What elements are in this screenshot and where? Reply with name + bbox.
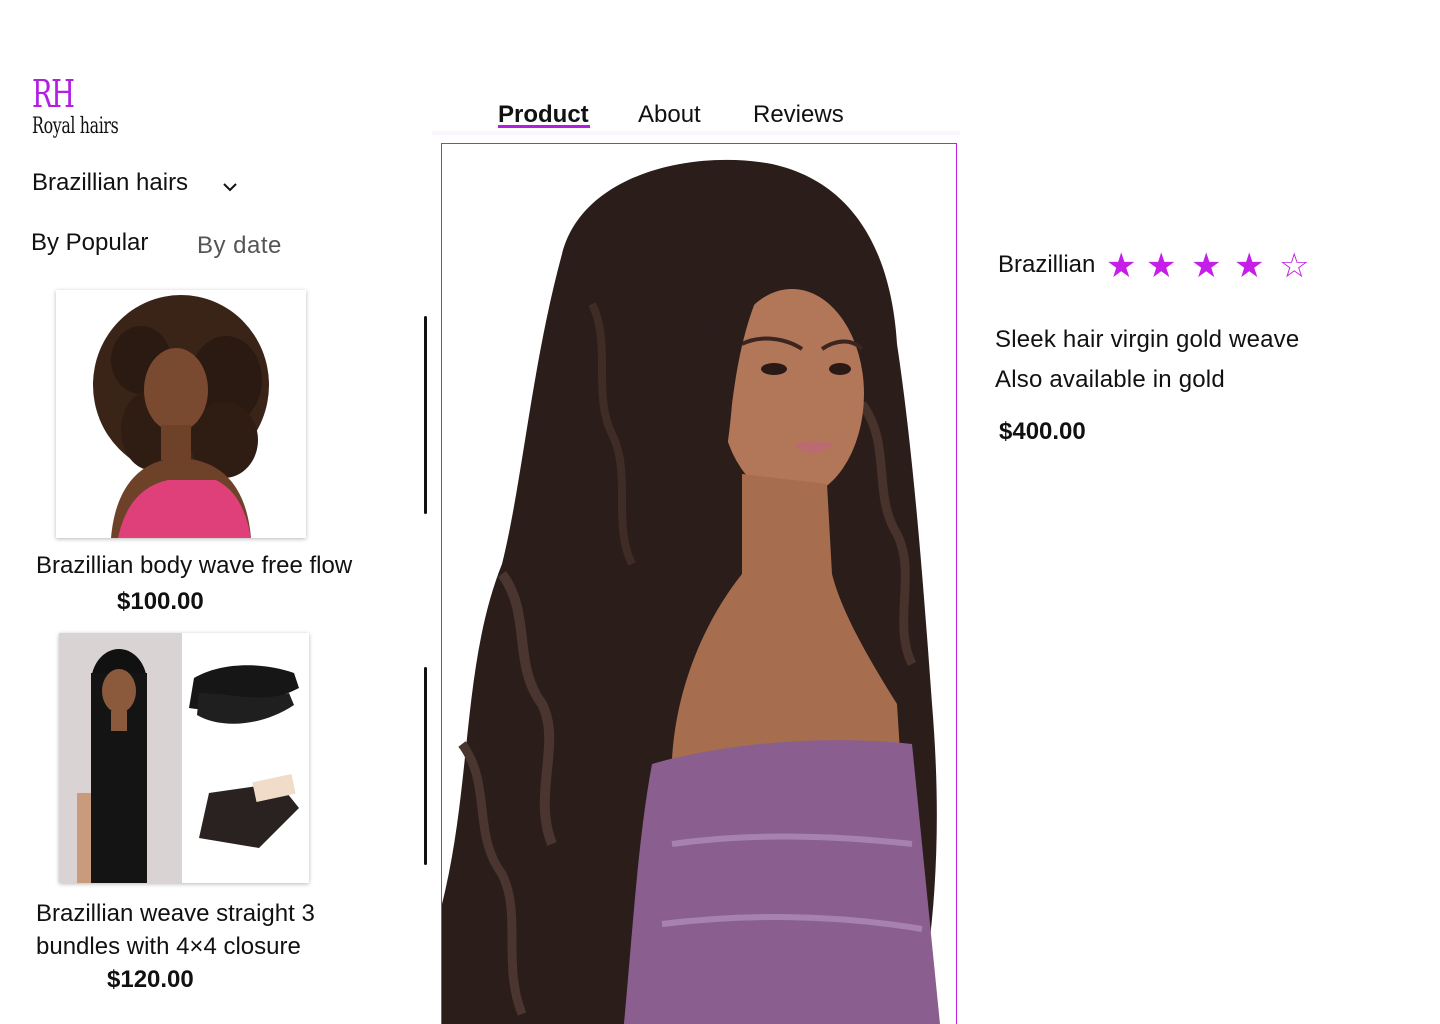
scrollbar-thumb[interactable] [424, 316, 427, 514]
star-empty-icon: ☆ [1279, 247, 1310, 285]
product-rating: ★ ★ ★ ★ ☆ [1106, 246, 1326, 286]
main-product-image-frame[interactable] [441, 143, 957, 1024]
product-description: Sleek hair virgin gold weave [995, 326, 1300, 353]
product-item-title-line2[interactable]: bundles with 4×4 closure [36, 930, 301, 963]
star-filled-icon: ★ [1146, 247, 1177, 285]
royal-hairs-logo[interactable]: RH Royal hairs [30, 74, 130, 150]
tab-reviews[interactable]: Reviews [753, 100, 844, 130]
scrollbar-thumb-lower[interactable] [424, 667, 427, 865]
product-thumbnail-curly[interactable] [56, 290, 306, 538]
sort-by-popular[interactable]: By Popular [31, 228, 148, 258]
logo-name: Royal hairs [32, 114, 119, 139]
curly-hair-model-image [56, 290, 306, 538]
nav-divider [432, 131, 960, 135]
logo-mark: RH [32, 72, 75, 116]
category-dropdown[interactable]: Brazillian hairs [32, 168, 238, 198]
product-item-title[interactable]: Brazillian weave straight 3 [36, 897, 315, 930]
product-price: $400.00 [999, 418, 1086, 445]
product-item-title[interactable]: Brazillian body wave free flow [36, 549, 352, 582]
product-brand: Brazillian [998, 251, 1096, 278]
star-filled-icon: ★ [1191, 247, 1222, 285]
sort-by-date[interactable]: By date [197, 231, 282, 261]
body-wave-hair-model-image [442, 144, 956, 1024]
product-thumbnail-straight[interactable] [59, 633, 309, 883]
straight-hair-bundles-image [59, 633, 309, 883]
product-item-price: $120.00 [107, 966, 194, 993]
star-filled-icon: ★ [1106, 247, 1137, 285]
category-label: Brazillian hairs [32, 169, 189, 196]
star-filled-icon: ★ [1234, 247, 1265, 285]
chevron-down-icon [223, 183, 237, 192]
active-tab-indicator [498, 125, 590, 128]
product-page: RH Royal hairs Brazillian hairs By Popul… [0, 0, 1440, 1024]
product-item-price: $100.00 [117, 588, 204, 615]
tab-about[interactable]: About [638, 100, 701, 130]
product-availability: Also available in gold [995, 366, 1225, 393]
